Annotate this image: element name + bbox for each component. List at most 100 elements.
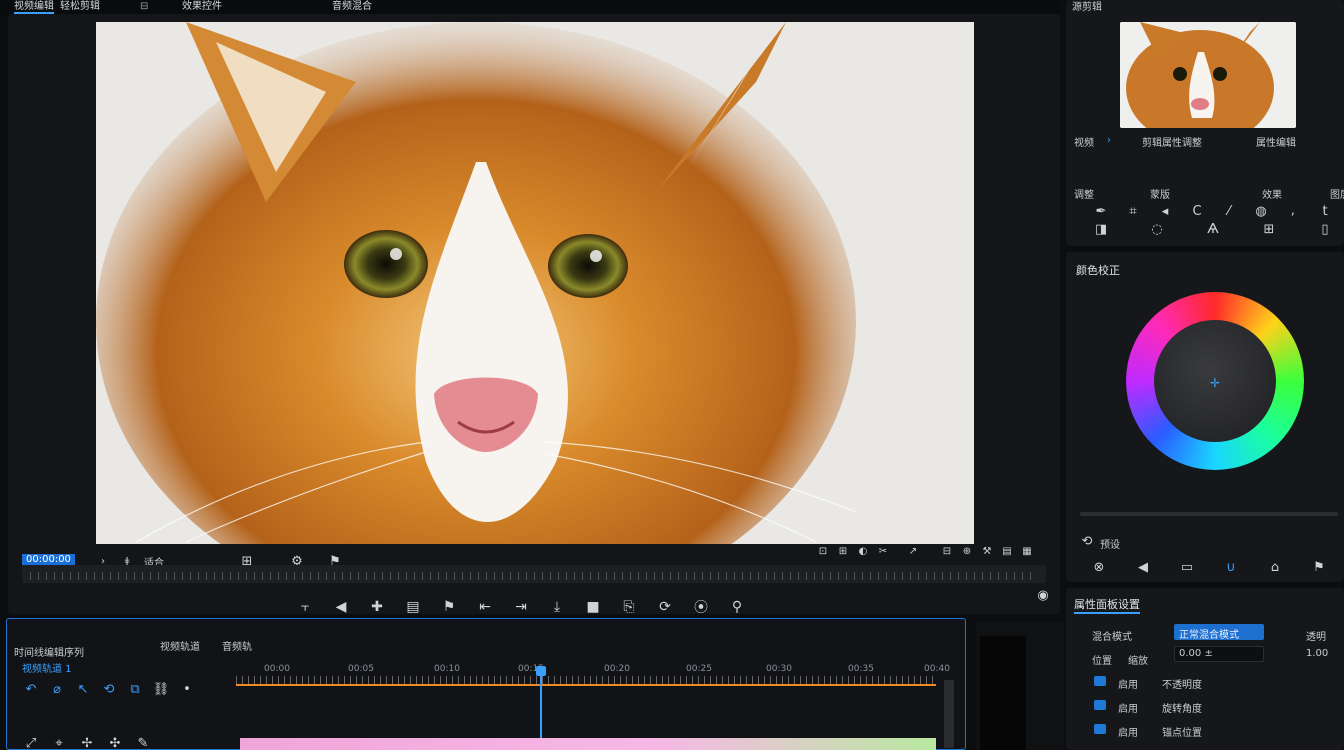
thumbnail-image (1120, 22, 1296, 128)
timeline-subtab-video[interactable]: 视频轨道 (160, 638, 200, 653)
link-icon[interactable]: ⛓ (152, 680, 170, 698)
box-icon[interactable]: ◨ (1092, 220, 1110, 238)
cat-image (96, 22, 974, 544)
solo-icon[interactable]: ✎ (134, 734, 152, 750)
position-field[interactable]: 0.00 ± (1174, 646, 1264, 662)
go-out-icon[interactable]: ⇥ (512, 598, 530, 616)
mark-in-icon[interactable]: ⫟ (296, 598, 314, 616)
paint-icon[interactable]: ⌂ (1266, 558, 1284, 576)
ruler-mark: 00:30 (766, 664, 792, 674)
enable-checkbox-2[interactable] (1094, 700, 1106, 710)
color-footer-label: 预设 (1100, 540, 1120, 551)
tools-label-mask: 蒙版 (1150, 190, 1170, 201)
video-preview[interactable] (96, 22, 974, 544)
crop-icon[interactable]: ⌗ (1124, 202, 1142, 220)
track-header-tools: ⤢ ⌖ ✢ ✣ ✎ (22, 734, 152, 750)
drop-icon[interactable]: ◍ (1252, 202, 1270, 220)
work-area-bar[interactable] (236, 684, 936, 686)
toggle-label-1: 启用 (1118, 680, 1138, 691)
stop-icon[interactable]: ■ (584, 598, 602, 616)
tab-video-edit[interactable]: 视频编辑 (14, 0, 54, 14)
brush-icon[interactable]: ⁄ (1220, 202, 1238, 220)
source-label: 源剪辑 (1072, 2, 1102, 13)
sync-icon[interactable]: ✢ (78, 734, 96, 750)
timecode-display[interactable]: 00:00:00 (22, 554, 75, 565)
replace-icon[interactable]: ⟳ (656, 598, 674, 616)
shape-icon[interactable]: ◂ (1156, 202, 1174, 220)
pen-tool-icon[interactable]: ✒ (1092, 202, 1110, 220)
tab-audio[interactable]: 音频混合 (332, 0, 372, 14)
text-tool-icon[interactable]: t (1316, 202, 1334, 220)
undo-icon[interactable]: ↶ (22, 680, 40, 698)
marker-add-icon[interactable]: • (178, 680, 196, 698)
tab-effects[interactable]: 效果控件 (182, 0, 222, 14)
compare-icon[interactable]: ⊟ (938, 542, 956, 560)
blend-mode-select[interactable]: 正常混合模式 (1174, 624, 1264, 641)
timeline-title: 时间线编辑序列 (14, 648, 84, 659)
curve-icon[interactable]: С (1188, 202, 1206, 220)
tab-icon[interactable]: ⊟ (140, 0, 148, 14)
props-section-title: 属性面板设置 (1074, 596, 1140, 614)
speaker-icon[interactable]: ◀ (1134, 558, 1152, 576)
add-marker-icon[interactable]: ✚ (368, 598, 386, 616)
lift-icon[interactable]: ◐ (854, 542, 872, 560)
doc-icon[interactable]: ▯ (1316, 220, 1334, 238)
insert-clip-icon[interactable]: ⎘ (620, 598, 638, 616)
tab-quick-edit[interactable]: 轻松剪辑 (60, 0, 100, 14)
anchor-icon[interactable]: Ѧ (1204, 220, 1222, 238)
thumb-caption-left: 视频 (1074, 138, 1094, 149)
snap-icon[interactable]: ⧉ (126, 680, 144, 698)
prop-label-scale: 缩放 (1128, 656, 1148, 667)
adjust-icon[interactable]: ⊞ (1260, 220, 1278, 238)
track-label: 视频轨道 1 (22, 664, 72, 675)
camera-snapshot-icon[interactable]: ⦿ (692, 598, 710, 616)
lock-icon[interactable]: ⤢ (22, 734, 40, 750)
timeline-subtab-audio[interactable]: 音频轨 (222, 638, 252, 653)
playhead[interactable] (540, 668, 542, 744)
enable-checkbox-3[interactable] (1094, 724, 1106, 734)
safe-margin-icon[interactable]: ⊕ (958, 542, 976, 560)
thumb-caption-right: 属性编辑 (1256, 138, 1296, 149)
navigator-icon[interactable]: ◉ (1034, 586, 1052, 604)
color-intensity-slider[interactable] (1080, 512, 1338, 516)
circle-icon[interactable]: ◌ (1148, 220, 1166, 238)
extract-icon[interactable]: ✂ (874, 542, 892, 560)
ruler-mark: 00:35 (848, 664, 874, 674)
magnet-icon[interactable]: ∪ (1222, 558, 1240, 576)
eye-icon[interactable]: ⌖ (50, 734, 68, 750)
eyedropper-icon[interactable]: ⊗ (1090, 558, 1108, 576)
flag-right-icon[interactable]: ⚑ (1310, 558, 1328, 576)
timeline-scrollbar[interactable] (944, 680, 954, 748)
chevron-icon[interactable]: › (1100, 131, 1118, 149)
grid-icon[interactable]: ▦ (1018, 542, 1036, 560)
color-tools-row: ⊗ ◀ ▭ ∪ ⌂ ⚑ ⊖ (1090, 558, 1344, 576)
ruler-mark: 00:40 (924, 664, 950, 674)
sparkle-icon[interactable]: ⸴ (1284, 202, 1302, 220)
ripple-icon[interactable]: ⟲ (100, 680, 118, 698)
enable-checkbox-1[interactable] (1094, 676, 1106, 686)
mute-icon[interactable]: ✣ (106, 734, 124, 750)
reset-icon[interactable]: ⟲ (1078, 532, 1096, 550)
tools-label-effects: 效果 (1262, 190, 1282, 201)
clip-icon[interactable]: ▤ (404, 598, 422, 616)
tools-label-adjust: 调整 (1074, 190, 1094, 201)
insert-icon[interactable]: ⊡ (814, 542, 832, 560)
razor-icon[interactable]: ⌀ (48, 680, 66, 698)
export-icon[interactable]: ⤓ (548, 598, 566, 616)
go-in-icon[interactable]: ⇤ (476, 598, 494, 616)
mark-out-icon[interactable]: ◀ (332, 598, 350, 616)
export-frame-icon[interactable]: ↗ (904, 542, 922, 560)
color-picker-crosshair[interactable]: ✛ (1210, 376, 1220, 390)
wrench-icon[interactable]: ⚒ (978, 542, 996, 560)
flag-icon[interactable]: ⚑ (440, 598, 458, 616)
source-thumbnail[interactable] (1120, 22, 1296, 128)
tool-icons-row-2: ◨ ◌ Ѧ ⊞ ▯ (1092, 220, 1334, 238)
select-icon[interactable]: ↖ (74, 680, 92, 698)
layout-icon[interactable]: ▤ (998, 542, 1016, 560)
prop-label-position: 位置 (1092, 656, 1112, 667)
mic-icon[interactable]: ⚲ (728, 598, 746, 616)
video-clip[interactable] (240, 738, 936, 750)
monitor-icon[interactable]: ▭ (1178, 558, 1196, 576)
overwrite-icon[interactable]: ⊞ (834, 542, 852, 560)
toggle-value-2: 旋转角度 (1162, 704, 1202, 715)
